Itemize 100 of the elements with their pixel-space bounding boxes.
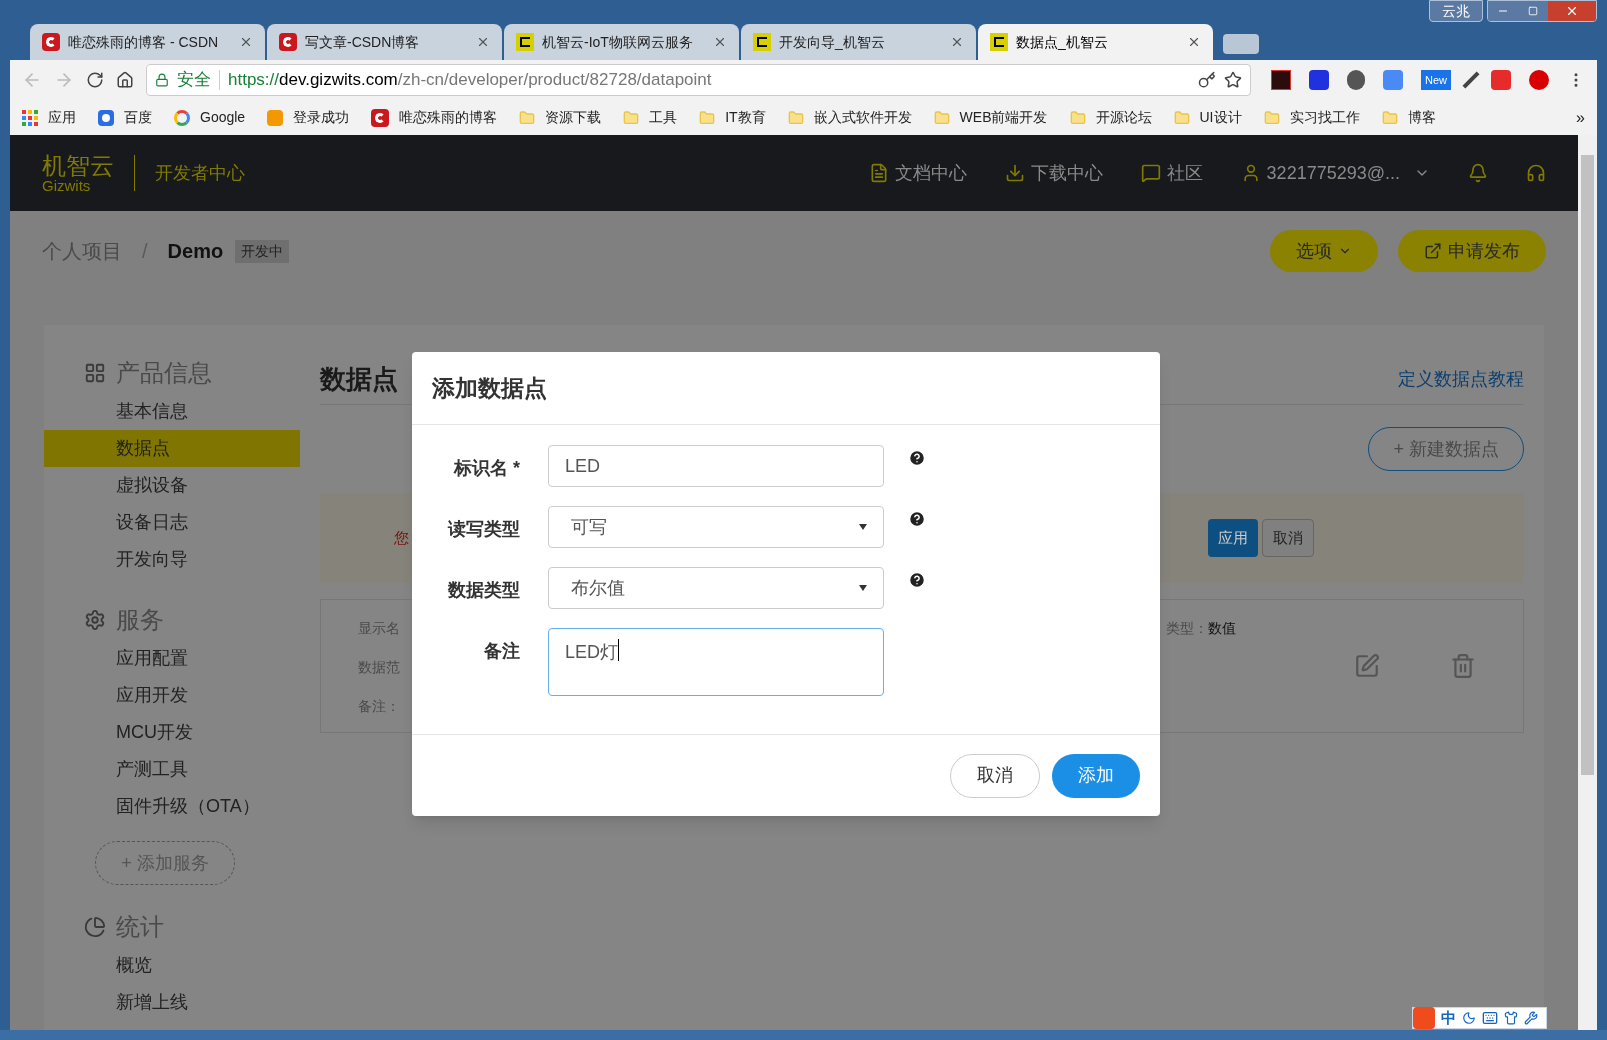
datapoint-field: 显示名 [358, 618, 400, 639]
status-badge: 开发中 [235, 239, 290, 263]
wrench-icon[interactable] [1524, 1011, 1538, 1025]
moon-icon[interactable] [1462, 1011, 1476, 1025]
maximize-icon [1528, 6, 1538, 16]
logo-text[interactable]: 机智云 [42, 153, 114, 178]
bookmark[interactable]: 工具 [623, 107, 678, 128]
bell-icon[interactable] [1468, 163, 1488, 183]
extension-badge[interactable]: New [1421, 70, 1451, 90]
folder-icon [1263, 109, 1280, 126]
bookmark[interactable]: IT教育 [699, 107, 766, 128]
sidebar-item[interactable]: 固件升级（OTA） [44, 788, 300, 825]
nav-link[interactable]: 文档中心 [868, 159, 967, 187]
browser-tab[interactable]: 机智云-IoT物联网云服务 [504, 24, 739, 60]
section-title: 服务 [116, 605, 164, 635]
bookmark[interactable]: Google [174, 107, 246, 128]
section-title: 统计 [116, 912, 164, 942]
browser-tab[interactable]: 写文章-CSDN博客 [267, 24, 502, 60]
input-field[interactable]: LED [548, 445, 884, 487]
close-icon[interactable] [476, 35, 490, 49]
apps-grid-icon [22, 109, 38, 126]
help-icon[interactable] [908, 449, 926, 467]
sidebar-item[interactable]: 虚拟设备 [44, 467, 300, 504]
folder-icon [699, 109, 716, 126]
apply-button[interactable]: 应用 [1208, 519, 1258, 557]
browser-tab[interactable]: 唯恋殊雨的博客 - CSDN [30, 24, 265, 60]
csdn-logo-icon [42, 33, 60, 51]
page-title: 数据点 [320, 363, 398, 396]
notice-text: 您 [394, 527, 409, 548]
reload-icon[interactable] [86, 71, 104, 89]
help-icon[interactable] [908, 571, 926, 589]
sidebar-item[interactable]: 应用配置 [44, 640, 300, 677]
bookmark[interactable]: WEB前端开发 [933, 107, 1048, 128]
field-label: 数据类型 [447, 579, 520, 602]
select-field[interactable]: 布尔值 [548, 567, 884, 609]
action-button[interactable]: 选项 [1270, 230, 1378, 272]
tab-title: 唯恋殊雨的博客 - CSDN [68, 32, 220, 52]
scrollbar[interactable] [1578, 135, 1597, 1030]
bookmark[interactable]: 资源下载 [519, 107, 602, 128]
field-label: 标识名 * [452, 457, 520, 480]
folder-icon [1173, 109, 1190, 126]
sidebar-item[interactable]: 数据点 [44, 430, 300, 467]
sidebar-item[interactable]: MCU开发 [44, 714, 300, 751]
bookmark[interactable]: 嵌入式软件开发 [787, 107, 912, 128]
bookmark[interactable]: UI设计 [1173, 107, 1242, 128]
select-field[interactable]: 可写 [548, 506, 884, 548]
close-icon[interactable] [950, 35, 964, 49]
headset-icon[interactable] [1526, 163, 1546, 183]
bookmark[interactable]: 开源论坛 [1069, 107, 1152, 128]
address-bar[interactable]: 安全 https://dev.gizwits.com/zh-cn/developer/product/82728/datapoint [146, 64, 1251, 96]
key-icon[interactable] [1198, 71, 1216, 89]
tutorial-link[interactable]: 定义数据点教程 [1398, 366, 1524, 393]
pdf-extension-icon[interactable] [1271, 70, 1291, 90]
browser-tab[interactable]: 开发向导_机智云 [741, 24, 976, 60]
sidebar-item[interactable]: 设备日志 [44, 504, 300, 541]
bookmark[interactable]: 百度 [98, 107, 152, 128]
home-icon[interactable] [116, 71, 134, 89]
datapoint-type: 类型：数值 [1166, 619, 1236, 638]
sidebar-item[interactable]: 基本信息 [44, 393, 300, 430]
nav-link[interactable]: 下载中心 [1004, 159, 1103, 187]
bookmark[interactable]: 实习找工作 [1263, 107, 1360, 128]
site-section-title[interactable]: 开发者中心 [155, 159, 245, 187]
close-icon[interactable] [1187, 35, 1201, 49]
bookmark[interactable]: 唯恋殊雨的博客 [371, 107, 498, 128]
sidebar-item[interactable]: 产测工具 [44, 751, 300, 788]
help-icon[interactable] [908, 510, 926, 528]
bookmark[interactable]: 登录成功 [267, 107, 350, 128]
lock-icon [155, 73, 169, 87]
close-icon [1565, 4, 1579, 18]
ime-mode[interactable]: 中 [1441, 1006, 1456, 1030]
maximize-button[interactable] [1518, 1, 1548, 21]
sidebar-item[interactable]: 概览 [44, 947, 300, 984]
cancel-button[interactable]: 取消 [1262, 519, 1314, 557]
breadcrumb-current: Demo [167, 239, 224, 264]
gizwits-logo-icon [753, 33, 771, 51]
sidebar-item[interactable]: 新增上线 [44, 984, 300, 1021]
more-bookmarks[interactable]: » [1576, 105, 1585, 130]
profile-button[interactable]: 云兆 [1429, 0, 1483, 22]
folder-icon [623, 109, 640, 126]
external-link-icon [1424, 242, 1442, 260]
sidebar-item[interactable]: 应用开发 [44, 677, 300, 714]
star-icon[interactable] [1224, 71, 1242, 89]
close-icon[interactable] [239, 35, 253, 49]
shirt-icon[interactable] [1504, 1011, 1518, 1025]
sidebar-item[interactable]: 开发向导 [44, 541, 300, 578]
section-title: 产品信息 [116, 358, 212, 388]
close-icon[interactable] [713, 35, 727, 49]
browser-tab[interactable]: 数据点_机智云 [978, 24, 1213, 60]
keyboard-icon[interactable] [1482, 1010, 1498, 1026]
dropdown-caret-icon [859, 524, 867, 530]
action-button[interactable]: 申请发布 [1398, 230, 1546, 272]
datapoint-field: 数据范 [358, 657, 400, 678]
text-area[interactable]: LED灯 [548, 628, 884, 696]
bookmark[interactable]: 博客 [1381, 107, 1436, 128]
nav-link[interactable]: 3221775293@... [1240, 159, 1430, 187]
folder-icon [933, 109, 950, 126]
bookmark[interactable]: 应用 [22, 107, 76, 128]
add-button[interactable]: 添加 [1052, 753, 1140, 798]
nav-link[interactable]: 社区 [1140, 159, 1203, 187]
field-label: 读写类型 [446, 518, 520, 541]
